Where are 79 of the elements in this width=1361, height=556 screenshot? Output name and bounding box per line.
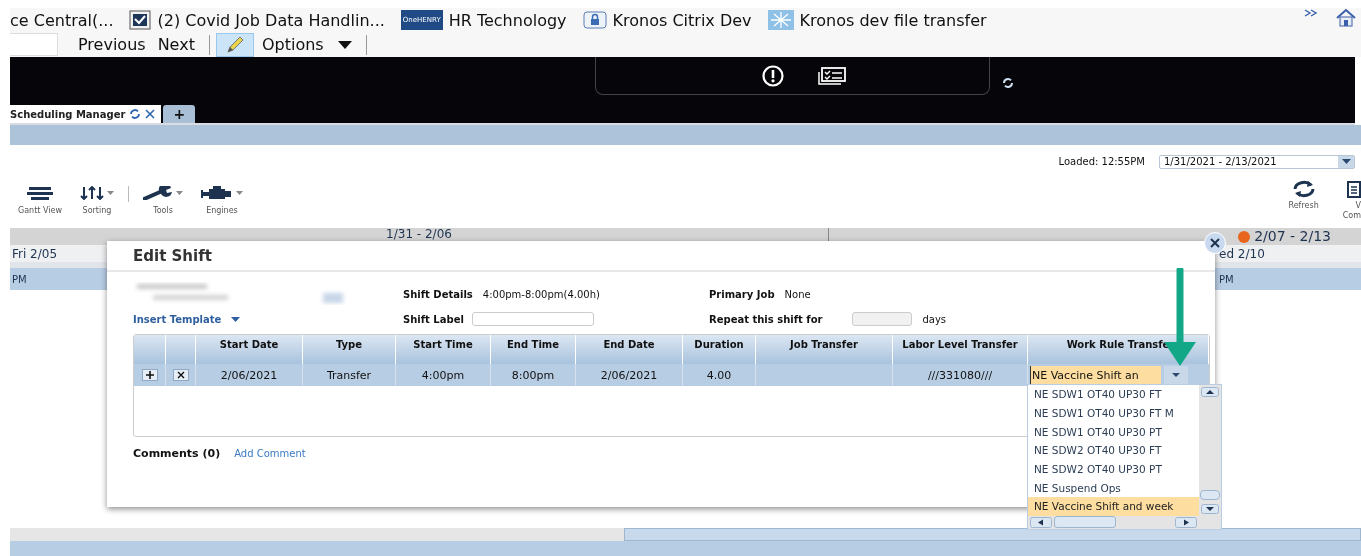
table-cell: 4.00 xyxy=(683,364,756,386)
engine-icon xyxy=(201,185,233,200)
dialog-title: Edit Shift xyxy=(107,241,1215,272)
add-row-icon[interactable] xyxy=(141,369,158,381)
toolbar-button[interactable]: Sorting xyxy=(80,185,114,215)
toolbar-button[interactable]: Engines xyxy=(201,185,243,215)
toolbar-button[interactable]: V Com xyxy=(1342,179,1361,221)
field-label: Shift Details xyxy=(403,288,473,300)
home-icon[interactable] xyxy=(1335,8,1357,28)
bookmark-link[interactable]: ce Central(... xyxy=(10,10,114,30)
sort-icon xyxy=(80,185,104,200)
day-header: Fri 2/05 xyxy=(12,246,58,261)
field-value: 4:00pm-8:00pm(4.00h) xyxy=(482,288,600,300)
insert-template-menu[interactable]: Insert Template xyxy=(133,313,241,325)
date-range-select[interactable]: 1/31/2021 - 2/13/2021 xyxy=(1159,154,1355,169)
pencil-button[interactable] xyxy=(215,32,254,57)
add-comment-link[interactable]: Add Comment xyxy=(234,448,306,459)
dropdown-option[interactable]: NE SDW1 OT40 UP30 FT xyxy=(1028,385,1199,404)
dropdown-option[interactable]: NE Vaccine Shift and week xyxy=(1028,497,1199,516)
tab[interactable]: Scheduling Manager xyxy=(10,105,162,123)
table-cell: 2/06/2021 xyxy=(196,364,303,386)
scrollbar-thumb[interactable] xyxy=(624,528,1361,541)
nav-button[interactable]: Next xyxy=(153,35,199,54)
bookmark-link[interactable]: (2) Covid Job Data Handlin... xyxy=(157,10,385,30)
toolbar-button[interactable]: Gantt View xyxy=(18,185,62,215)
day-header: ed 2/10 xyxy=(1219,246,1265,261)
loaded-time: Loaded: 12:55PM xyxy=(1058,156,1145,167)
caret-icon xyxy=(1341,159,1351,164)
week-header: 1/31 - 2/06 xyxy=(386,228,452,241)
wrench-icon xyxy=(143,185,173,200)
table-cell: 8:00pm xyxy=(491,364,576,386)
dropdown-field[interactable]: NE Vaccine Shift an xyxy=(1030,366,1161,384)
table-cell: Transfer xyxy=(303,364,396,386)
close-icon[interactable] xyxy=(145,109,156,119)
tab[interactable]: + xyxy=(163,105,196,123)
dropdown-option[interactable]: NE SDW1 OT40 UP30 PT xyxy=(1028,422,1199,442)
comments-label: Comments (0) xyxy=(133,447,221,460)
nav-button[interactable]: Previous xyxy=(74,35,150,54)
dropdown-button[interactable] xyxy=(1164,366,1188,384)
scrollbar[interactable] xyxy=(1199,385,1221,516)
toolbar-button[interactable]: Tools xyxy=(143,185,183,215)
input-field[interactable] xyxy=(852,312,913,326)
bookmark-link[interactable]: Kronos dev file transfer xyxy=(799,10,987,30)
week-header: 2/07 - 2/13 xyxy=(1254,230,1331,243)
scrollbar-thumb[interactable] xyxy=(1054,516,1116,529)
search-field[interactable] xyxy=(10,33,58,56)
field-value: None xyxy=(784,288,811,300)
toolbar-button[interactable]: Refresh xyxy=(1288,179,1319,210)
field-label: days xyxy=(922,313,947,325)
caret-icon xyxy=(231,316,241,322)
table-cell: 4:00pm xyxy=(396,364,491,386)
bookmark-link[interactable]: HR Technology xyxy=(448,10,567,30)
caret-icon xyxy=(1172,373,1180,377)
time-label: PM xyxy=(1219,273,1234,285)
chevrons-icon[interactable] xyxy=(1303,8,1319,18)
scroll-right-icon[interactable] xyxy=(1175,516,1197,528)
scroll-down-icon[interactable] xyxy=(1201,503,1219,514)
dropdown-option[interactable]: NE Suspend Ops xyxy=(1028,478,1199,498)
input-field[interactable] xyxy=(471,312,594,326)
delete-row-icon[interactable] xyxy=(172,369,189,381)
bookmark-link[interactable]: Kronos Citrix Dev xyxy=(612,10,752,30)
scrollbar-thumb[interactable] xyxy=(1200,489,1220,500)
scroll-up-icon[interactable] xyxy=(1201,387,1219,397)
table-cell: 2/06/2021 xyxy=(576,364,683,386)
time-label: PM xyxy=(12,273,27,285)
dropdown-option[interactable]: NE SDW2 OT40 UP30 FT xyxy=(1028,441,1199,460)
field-label: Primary Job xyxy=(709,288,775,300)
checklist-icon[interactable] xyxy=(816,65,847,86)
dropdown-option[interactable]: NE SDW2 OT40 UP30 PT xyxy=(1028,459,1199,479)
close-icon xyxy=(1210,238,1220,248)
field-label: Shift Label xyxy=(403,313,464,325)
scroll-left-icon[interactable] xyxy=(1030,516,1052,528)
scrollbar[interactable] xyxy=(10,528,1361,541)
caret-icon xyxy=(337,40,352,49)
options-menu[interactable]: Options xyxy=(257,35,356,54)
field-label: Repeat this shift for xyxy=(709,313,823,325)
lines-icon xyxy=(27,185,53,200)
dropdown-option[interactable]: NE SDW1 OT40 UP30 FT M xyxy=(1028,403,1199,423)
clipboard-icon xyxy=(1347,179,1361,198)
